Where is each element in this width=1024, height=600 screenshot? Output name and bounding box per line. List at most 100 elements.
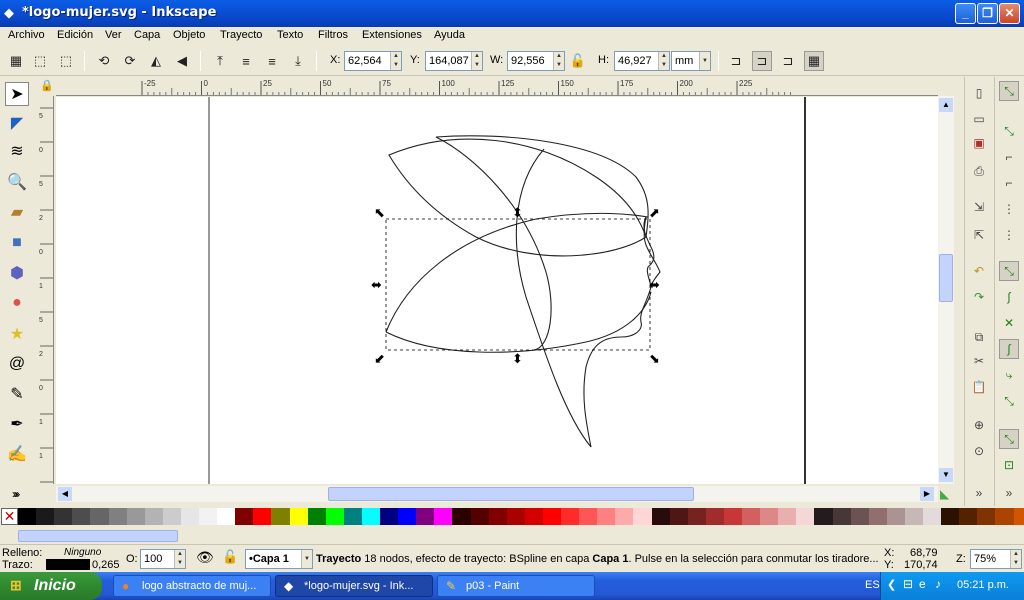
menu-ver[interactable]: Ver	[105, 29, 122, 41]
measure-tool-icon[interactable]: ▰	[5, 200, 29, 224]
paste-icon[interactable]: 📋	[969, 377, 989, 397]
snap-nodes-icon[interactable]: ⤡	[999, 261, 1019, 281]
lower-to-bottom-icon[interactable]: ⤓	[288, 51, 308, 71]
h-input[interactable]: 46,927 ▲ ▼	[614, 51, 670, 71]
y-input[interactable]: 164,087 ▲ ▼	[425, 51, 483, 71]
color-swatch[interactable]	[36, 508, 55, 525]
color-swatch[interactable]	[1013, 508, 1024, 525]
spin-arrows-icon[interactable]: ▲ ▼	[471, 52, 482, 70]
calligraphy-tool-icon[interactable]: ✍	[5, 442, 29, 466]
unit-select[interactable]: mm ▼	[671, 51, 711, 71]
pen-tool-icon[interactable]: ✒	[5, 412, 29, 436]
network-icon[interactable]: ⊟	[903, 577, 913, 591]
color-swatch[interactable]	[615, 508, 634, 525]
color-swatch[interactable]	[488, 508, 508, 525]
color-swatch[interactable]	[289, 508, 309, 525]
selector-tool-icon[interactable]: ➤	[5, 82, 29, 106]
color-swatch[interactable]	[923, 508, 942, 525]
scale-corners-icon[interactable]: ⊐	[752, 51, 772, 71]
ie-icon[interactable]: e	[919, 577, 926, 591]
color-swatch[interactable]	[126, 508, 146, 525]
color-manage-icon[interactable]: ◣	[940, 487, 949, 501]
save-icon[interactable]: ▣	[969, 133, 989, 153]
color-swatch[interactable]	[977, 508, 996, 525]
copy-icon[interactable]: ⧉	[969, 327, 989, 347]
color-swatch[interactable]	[850, 508, 870, 525]
flip-vertical-icon[interactable]: ◀	[172, 51, 192, 71]
spin-arrows-icon[interactable]: ▲ ▼	[658, 52, 669, 70]
stroke-swatch[interactable]	[46, 559, 90, 570]
menu-capa[interactable]: Capa	[134, 29, 160, 41]
layer-visibility-icon[interactable]: 👁	[196, 549, 214, 566]
color-swatch[interactable]	[235, 508, 254, 525]
color-swatch[interactable]	[723, 508, 743, 525]
color-swatch[interactable]	[886, 508, 906, 525]
color-swatch[interactable]	[108, 508, 128, 525]
color-swatch[interactable]	[669, 508, 689, 525]
color-swatch[interactable]	[253, 508, 272, 525]
color-swatch[interactable]	[796, 508, 815, 525]
pencil-tool-icon[interactable]: ✎	[5, 382, 29, 406]
scroll-up-icon[interactable]: ▲	[939, 98, 953, 112]
color-swatch[interactable]	[271, 508, 290, 525]
menu-objeto[interactable]: Objeto	[173, 29, 205, 41]
color-swatch[interactable]	[995, 508, 1014, 525]
handle-left[interactable]: ⬌	[371, 278, 382, 293]
zoom-selection-icon[interactable]: ⊕	[969, 415, 989, 435]
color-swatch[interactable]	[742, 508, 761, 525]
spiral-tool-icon[interactable]: @	[5, 352, 29, 376]
spin-arrows-icon[interactable]: ▲ ▼	[1010, 550, 1021, 568]
menu-trayecto[interactable]: Trayecto	[220, 29, 262, 41]
color-swatch[interactable]	[434, 508, 453, 525]
snap-bbox-edge-icon[interactable]: ⌐	[999, 147, 1019, 167]
snap-intersections-icon[interactable]: ✕	[999, 313, 1019, 333]
handle-bottom-right[interactable]: ⬊	[649, 352, 660, 367]
lock-guides-icon[interactable]: 🔒	[40, 79, 54, 92]
more-left-icon[interactable]: »	[12, 487, 19, 501]
handle-top-left[interactable]: ⬉	[374, 206, 385, 221]
drawing-canvas[interactable]: ⬉ ⬈ ⬋ ⬊ ⬍ ⬍ ⬌ ⬌	[56, 97, 938, 484]
spin-arrows-icon[interactable]: ▲ ▼	[390, 52, 401, 70]
color-swatch[interactable]	[398, 508, 417, 525]
color-swatch[interactable]	[814, 508, 833, 525]
language-indicator[interactable]: ES	[865, 579, 880, 591]
star-tool-icon[interactable]: ★	[5, 322, 29, 346]
snap-smooth-icon[interactable]: ⤷	[999, 365, 1019, 385]
vertical-scroll-thumb[interactable]	[939, 254, 953, 302]
color-swatch[interactable]	[561, 508, 580, 525]
spin-arrows-icon[interactable]: ▲ ▼	[553, 52, 564, 70]
chevron-down-icon[interactable]: ▼	[699, 52, 710, 70]
color-swatch[interactable]	[452, 508, 471, 525]
snap-midpoints-icon[interactable]: ⤡	[999, 391, 1019, 411]
palette-scroll-thumb[interactable]	[18, 530, 178, 542]
horizontal-scrollbar[interactable]: ◀ ▶	[56, 486, 938, 502]
color-swatch[interactable]	[361, 508, 381, 525]
stroke-width-value[interactable]: 0,265	[92, 559, 120, 571]
layer-select[interactable]: •Capa 1 ▼	[245, 549, 313, 569]
color-swatch[interactable]	[90, 508, 109, 525]
color-swatch[interactable]	[651, 508, 671, 525]
color-swatch[interactable]	[959, 508, 978, 525]
rect-tool-icon[interactable]: ■	[5, 231, 29, 255]
start-button[interactable]: ⊞ Inicio	[0, 572, 102, 600]
chevron-down-icon[interactable]: ▼	[301, 550, 312, 568]
color-swatch[interactable]	[180, 508, 200, 525]
volume-icon[interactable]: ♪	[935, 577, 941, 591]
handle-top[interactable]: ⬍	[512, 206, 523, 221]
zoom-input[interactable]: 75% ▲ ▼	[970, 549, 1022, 569]
undo-icon[interactable]: ↶	[969, 261, 989, 281]
color-swatch[interactable]	[307, 508, 327, 525]
select-all-layers-icon[interactable]: ⬚	[30, 51, 50, 71]
node-tool-icon[interactable]: ◤	[5, 111, 29, 135]
more-snap-icon[interactable]: »	[999, 483, 1019, 503]
minimize-button[interactable]: _	[955, 3, 976, 24]
lock-ratio-icon[interactable]: 🔓	[568, 51, 588, 71]
color-swatch[interactable]	[72, 508, 91, 525]
raise-to-top-icon[interactable]: ⤒	[210, 51, 230, 71]
snap-rotation-center-icon[interactable]: ⊡	[999, 455, 1019, 475]
color-swatch[interactable]	[542, 508, 562, 525]
more-commands-icon[interactable]: »	[969, 483, 989, 503]
snap-object-centers-icon[interactable]: ⤡	[999, 429, 1019, 449]
deselect-icon[interactable]: ⬚	[56, 51, 76, 71]
color-swatch[interactable]	[416, 508, 435, 525]
